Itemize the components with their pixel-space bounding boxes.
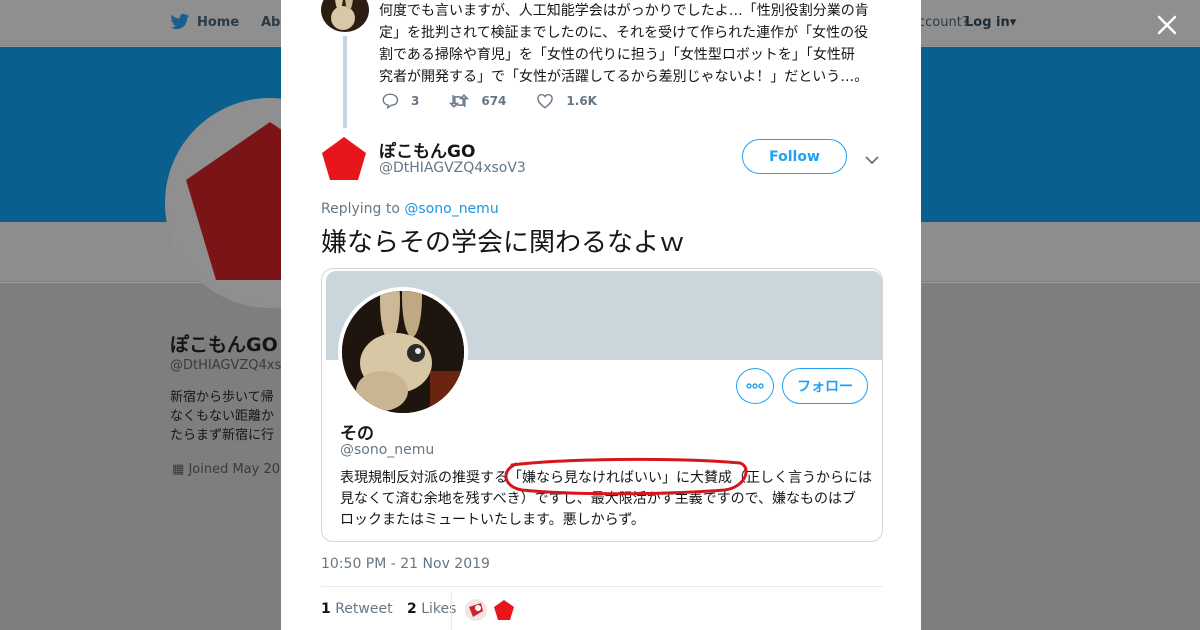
liker-avatar[interactable] [493, 599, 515, 625]
nav-account-prompt: ccount? [918, 15, 969, 30]
text-line: 究者が開発する」で「女性が活躍してるから差別じゃないよ！」だという…。 [379, 69, 869, 85]
like-stat[interactable]: 2 Likes [407, 601, 456, 617]
retweet-icon [449, 94, 470, 108]
joined-text: Joined May 20 [188, 462, 281, 477]
profile-bio: 新宿から歩いて帰 なくもない距離か たらまず新宿に行 [170, 388, 290, 445]
replying-handle-link[interactable]: @sono_nemu [404, 201, 498, 217]
nav-home-link[interactable]: Home [197, 15, 239, 30]
follow-button[interactable]: Follow [742, 139, 847, 174]
thread-connector [343, 36, 347, 128]
liker-avatar[interactable] [465, 599, 487, 621]
like-button[interactable]: 1.6K [536, 92, 597, 110]
stats-divider [451, 592, 452, 630]
replying-prefix: Replying to [321, 201, 400, 217]
tweet-stats: 1 Retweet 2 Likes [321, 601, 456, 617]
more-dots-icon[interactable] [736, 368, 774, 404]
like-count: 2 [407, 601, 417, 617]
reply-icon [382, 93, 399, 110]
card-name: その [340, 424, 374, 444]
retweet-count: 1 [321, 601, 331, 617]
tweet-modal: 何度でも言いますが、人工知能学会はがっかりでしたよ…「性別役割分業の肯 定」を批… [281, 0, 921, 630]
bio-line: たらまず新宿に行 [170, 428, 275, 443]
calendar-icon: ▦ [172, 462, 185, 477]
login-label: Log in [965, 15, 1010, 30]
chevron-down-icon[interactable] [865, 150, 879, 169]
reply-button[interactable]: 3 [381, 92, 419, 110]
twitter-bird-icon [170, 13, 190, 35]
previous-tweet-avatar[interactable] [321, 0, 369, 32]
retweet-button[interactable]: 674 [449, 92, 506, 110]
embedded-profile-image[interactable]: フォロー その @sono_nemu 表現規制反対派の推奨する「嫌なら見なければ… [321, 268, 883, 542]
author-name[interactable]: ぽこもんGO [379, 137, 475, 162]
retweet-label: Retweet [335, 601, 393, 617]
retweet-count: 674 [481, 94, 507, 108]
nav-login-link[interactable]: Log in▾ [965, 15, 1016, 30]
text-line: 定」を批判されて検証までしたのに、それを受けて作られた連作が「女性の役 [379, 25, 869, 41]
tweet-text: 嫌ならその学会に関わるなよｗ [321, 228, 686, 258]
previous-tweet-actions: 3 674 1.6K [381, 92, 627, 110]
author-avatar[interactable] [321, 136, 367, 186]
card-follow-button: フォロー [782, 368, 868, 404]
close-icon[interactable] [1152, 10, 1182, 40]
author-handle[interactable]: @DtHIAGVZQ4xsoV3 [379, 160, 526, 176]
profile-joined: ▦ Joined May 20 [172, 462, 280, 477]
card-avatar [338, 287, 468, 417]
retweet-stat[interactable]: 1 Retweet [321, 601, 393, 617]
replying-to: Replying to @sono_nemu [321, 201, 499, 217]
reply-count: 3 [411, 94, 420, 108]
text-line: 割である掃除や育児」を「女性の代りに担う」「女性型ロボットを」「女性研 [379, 47, 855, 63]
previous-tweet-text: 何度でも言いますが、人工知能学会はがっかりでしたよ…「性別役割分業の肯 定」を批… [379, 0, 879, 88]
text-line: 何度でも言いますが、人工知能学会はがっかりでしたよ…「性別役割分業の肯 [379, 3, 869, 19]
bio-line: なくもない距離か [170, 409, 275, 424]
tweet-timestamp[interactable]: 10:50 PM - 21 Nov 2019 [321, 556, 490, 572]
like-count: 1.6K [566, 94, 597, 108]
like-icon [537, 93, 554, 109]
card-handle: @sono_nemu [340, 442, 435, 458]
divider [321, 586, 883, 587]
bio-line: 新宿から歩いて帰 [170, 390, 274, 405]
red-annotation-circle [500, 457, 750, 501]
profile-name: ぽこもんGO [170, 334, 278, 356]
bio-line: ロックまたはミュートいたします。悪しからず。 [340, 512, 645, 528]
